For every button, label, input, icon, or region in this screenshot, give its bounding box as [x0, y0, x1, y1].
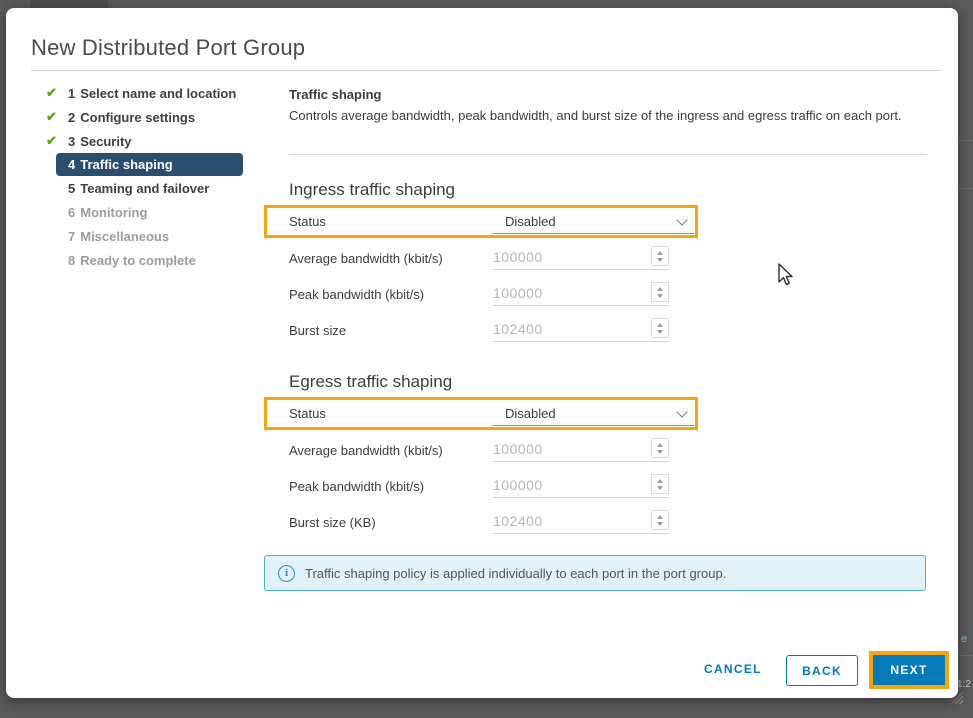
step-teaming-and-failover[interactable]: ✔ 5 Teaming and failover	[46, 176, 261, 200]
ingress-peak-bandwidth-field	[493, 282, 669, 306]
ingress-section-title: Ingress traffic shaping	[289, 180, 455, 200]
backdrop-block	[30, 0, 108, 8]
number-stepper-icon	[651, 318, 669, 338]
back-button[interactable]: BACK	[786, 655, 858, 686]
next-button-highlight: NEXT	[869, 651, 949, 689]
ingress-peak-bandwidth-input	[493, 282, 638, 303]
ingress-avg-bandwidth-label: Average bandwidth (kbit/s)	[289, 251, 443, 266]
number-stepper-icon	[651, 510, 669, 530]
step-label: Miscellaneous	[80, 229, 169, 244]
egress-burst-size-input	[493, 510, 638, 531]
page-title: Traffic shaping	[289, 87, 381, 102]
number-stepper-icon	[651, 474, 669, 494]
info-banner-text: Traffic shaping policy is applied indivi…	[305, 566, 726, 581]
egress-peak-bandwidth-label: Peak bandwidth (kbit/s)	[289, 479, 424, 494]
step-label: Monitoring	[80, 205, 147, 220]
resize-handle-icon[interactable]	[951, 692, 963, 704]
step-configure-settings[interactable]: ✔ 2 Configure settings	[46, 105, 261, 129]
ingress-status-select[interactable]: Disabled	[493, 209, 694, 234]
ingress-status-label: Status	[289, 214, 326, 229]
ingress-burst-size-input	[493, 318, 638, 339]
step-label: Traffic shaping	[80, 157, 172, 172]
check-icon: ✔	[46, 133, 68, 149]
title-divider	[31, 70, 941, 71]
step-ready-to-complete: ✔ 8 Ready to complete	[46, 248, 261, 272]
number-stepper-icon	[651, 282, 669, 302]
ingress-status-value: Disabled	[505, 214, 556, 229]
step-select-name-and-location[interactable]: ✔ 1 Select name and location	[46, 81, 261, 105]
info-icon: i	[278, 565, 295, 582]
egress-avg-bandwidth-input	[493, 438, 638, 459]
ingress-avg-bandwidth-input	[493, 246, 638, 267]
step-traffic-shaping[interactable]: 4 Traffic shaping	[56, 153, 243, 176]
number-stepper-icon	[651, 246, 669, 266]
egress-burst-size-field	[493, 510, 669, 534]
egress-avg-bandwidth-field	[493, 438, 669, 462]
ingress-peak-bandwidth-label: Peak bandwidth (kbit/s)	[289, 287, 424, 302]
wizard-steps: ✔ 1 Select name and location ✔ 2 Configu…	[46, 81, 261, 272]
cancel-button[interactable]: CANCEL	[698, 661, 768, 677]
chevron-down-icon	[676, 406, 687, 417]
egress-status-highlight: Status Disabled	[264, 397, 698, 430]
step-label: Teaming and failover	[80, 181, 209, 196]
egress-peak-bandwidth-field	[493, 474, 669, 498]
ingress-burst-size-field	[493, 318, 669, 342]
page-description: Controls average bandwidth, peak bandwid…	[289, 102, 929, 129]
step-label: Configure settings	[80, 110, 195, 125]
egress-status-select[interactable]: Disabled	[493, 401, 694, 426]
step-miscellaneous: ✔ 7 Miscellaneous	[46, 224, 261, 248]
step-label: Security	[80, 134, 131, 149]
step-monitoring: ✔ 6 Monitoring	[46, 200, 261, 224]
step-label: Select name and location	[80, 86, 236, 101]
step-label: Ready to complete	[80, 253, 196, 268]
egress-status-label: Status	[289, 406, 326, 421]
backdrop-text-fragment: 1:2	[957, 679, 971, 690]
check-icon: ✔	[46, 85, 68, 101]
new-distributed-port-group-dialog: New Distributed Port Group ✔ 1 Select na…	[6, 8, 958, 698]
ingress-burst-size-label: Burst size	[289, 323, 346, 338]
backdrop-row-line	[958, 140, 973, 141]
info-banner: i Traffic shaping policy is applied indi…	[264, 555, 926, 591]
chevron-down-icon	[676, 214, 687, 225]
backdrop-row-line	[958, 655, 973, 656]
backdrop-row-line	[958, 188, 973, 189]
egress-section-title: Egress traffic shaping	[289, 372, 452, 392]
egress-status-value: Disabled	[505, 406, 556, 421]
dialog-title: New Distributed Port Group	[31, 35, 305, 61]
egress-burst-size-label: Burst size (KB)	[289, 515, 376, 530]
next-button[interactable]: NEXT	[873, 655, 945, 685]
number-stepper-icon	[651, 438, 669, 458]
egress-avg-bandwidth-label: Average bandwidth (kbit/s)	[289, 443, 443, 458]
egress-peak-bandwidth-input	[493, 474, 638, 495]
ingress-avg-bandwidth-field	[493, 246, 669, 270]
check-icon: ✔	[46, 109, 68, 125]
content-divider	[289, 154, 926, 155]
ingress-status-highlight: Status Disabled	[264, 205, 698, 238]
step-security[interactable]: ✔ 3 Security	[46, 129, 261, 153]
backdrop-text-fragment: e	[961, 633, 967, 645]
